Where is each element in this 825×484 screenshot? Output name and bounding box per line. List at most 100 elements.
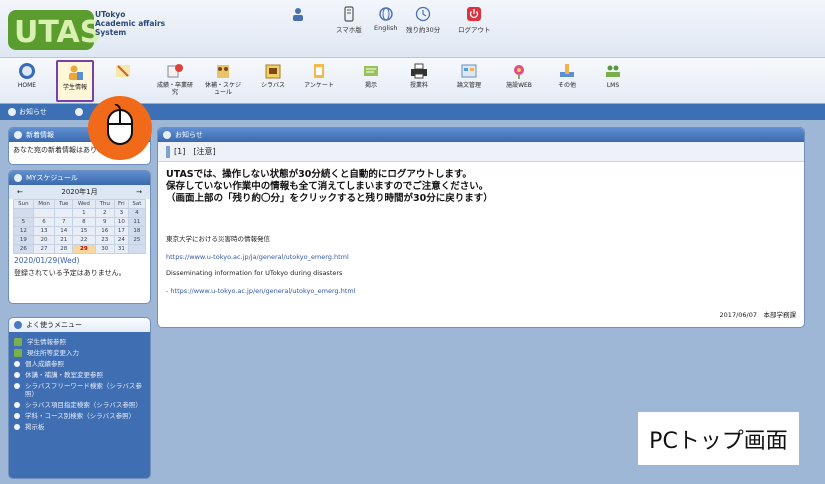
toolbar-bulletin[interactable]: 掲示 bbox=[352, 60, 390, 102]
calendar-prev-button[interactable]: ← bbox=[17, 188, 23, 196]
toolbar-schedule[interactable]: 休補・スケジュール bbox=[204, 60, 242, 102]
calendar-day[interactable]: 29 bbox=[72, 244, 96, 254]
survey-icon bbox=[314, 64, 324, 78]
home-icon bbox=[19, 63, 35, 79]
frequent-menu-item[interactable]: 学生情報参照 bbox=[14, 338, 145, 346]
calendar-day[interactable]: 27 bbox=[32, 244, 56, 254]
toolbar-home[interactable]: HOME bbox=[8, 60, 46, 102]
calendar-day[interactable]: 26 bbox=[13, 244, 34, 254]
calendar-day[interactable]: 7 bbox=[54, 217, 74, 227]
logo-subtitle: UTokyo Academic affairs System bbox=[95, 10, 166, 37]
toolbar-syllabus[interactable]: シラバス bbox=[254, 60, 292, 102]
notice-panel: お知らせ [1] [注意] UTASでは、操作しない状態が30分続くと自動的にロ… bbox=[157, 127, 805, 328]
tab-dot-icon bbox=[75, 108, 83, 116]
frequent-menu-item-label: 掲示板 bbox=[25, 423, 45, 431]
calendar-day[interactable]: 3 bbox=[113, 208, 129, 218]
calendar-day[interactable]: 23 bbox=[94, 235, 115, 245]
calendar-day[interactable]: 15 bbox=[72, 226, 96, 236]
other-icon bbox=[560, 64, 574, 77]
calendar-day[interactable]: 5 bbox=[13, 217, 34, 227]
toolbar-facility[interactable]: 施設WEB bbox=[500, 60, 538, 102]
disaster-info-heading-jp: 東京大学における災害時の情報発信 bbox=[166, 235, 270, 243]
toolbar-survey[interactable]: アンケート bbox=[300, 60, 338, 102]
frequent-menu-item[interactable]: 休講・補講・教室変更参照 bbox=[14, 371, 145, 379]
frequent-menu-item-label: 現住所等変更入力 bbox=[27, 349, 79, 357]
bullet-icon bbox=[14, 413, 20, 419]
calendar-day bbox=[32, 208, 56, 218]
calendar-day[interactable]: 10 bbox=[113, 217, 129, 227]
header-logout-link[interactable]: ログアウト bbox=[458, 6, 491, 34]
calendar-day[interactable]: 22 bbox=[72, 235, 96, 245]
calendar-day bbox=[13, 208, 34, 218]
header-english-link[interactable]: English bbox=[374, 6, 397, 32]
calendar-day[interactable]: 9 bbox=[94, 217, 115, 227]
calendar-week: 12 13 14 15 16 17 18 bbox=[13, 226, 147, 236]
calendar-day[interactable]: 16 bbox=[94, 226, 115, 236]
calendar-day[interactable]: 18 bbox=[127, 226, 147, 236]
calendar-day[interactable]: 11 bbox=[127, 217, 147, 227]
frequent-menu-item[interactable]: シラバスフリーワード検索（シラバス参照） bbox=[14, 382, 145, 398]
frequent-menu-item-label: 学科・コース別検索（シラバス参照） bbox=[25, 412, 136, 420]
calendar-day[interactable]: 17 bbox=[113, 226, 129, 236]
no-events-text: 登録されている予定はありません。 bbox=[9, 267, 150, 279]
bullet-icon bbox=[14, 402, 20, 408]
calendar-day[interactable]: 28 bbox=[54, 244, 74, 254]
header-user[interactable] bbox=[290, 6, 306, 24]
calendar-day[interactable]: 1 bbox=[72, 208, 96, 218]
calendar-weekday: Sat bbox=[127, 199, 147, 209]
frequent-menu-item-label: 個人成績参照 bbox=[25, 360, 64, 368]
disaster-info-link-en[interactable]: - https://www.u-tokyo.ac.jp/en/general/u… bbox=[166, 287, 796, 295]
notice-marker bbox=[166, 145, 170, 158]
frequent-menu-item[interactable]: 学科・コース別検索（シラバス参照） bbox=[14, 412, 145, 420]
calendar-weekday: Sun bbox=[13, 199, 34, 209]
news-icon bbox=[14, 131, 22, 139]
calendar-day[interactable]: 19 bbox=[13, 235, 34, 245]
tab-notices[interactable]: お知らせ bbox=[8, 106, 47, 118]
header-remaining-time[interactable]: 残り約30分 bbox=[406, 6, 440, 34]
disaster-info-link-jp[interactable]: https://www.u-tokyo.ac.jp/ja/general/uto… bbox=[166, 253, 796, 261]
calendar-day[interactable]: 14 bbox=[54, 226, 74, 236]
facility-icon bbox=[514, 65, 524, 79]
calendar-day[interactable]: 31 bbox=[113, 244, 129, 254]
toolbar-grades[interactable]: 成績・卒業研究 bbox=[156, 60, 194, 102]
calendar-day bbox=[127, 244, 147, 254]
calendar-day[interactable]: 25 bbox=[127, 235, 147, 245]
calendar-day bbox=[54, 208, 74, 218]
calendar-weekday: Fri bbox=[113, 199, 129, 209]
calendar-day[interactable]: 13 bbox=[32, 226, 56, 236]
frequent-menu-panel: よく使うメニュー 学生情報参照 現住所等変更入力 個人成績参照 休講・補講・教室変更参… bbox=[8, 317, 151, 479]
calendar-day[interactable]: 4 bbox=[127, 208, 147, 218]
person-icon bbox=[293, 8, 303, 21]
frequent-menu-item[interactable]: シラバス項目指定検索（シラバス参照） bbox=[14, 401, 145, 409]
frequent-menu-item[interactable]: 現住所等変更入力 bbox=[14, 349, 145, 357]
toolbar-student-info[interactable]: 学生情報 bbox=[56, 60, 94, 102]
frequent-menu-item-label: 休講・補講・教室変更参照 bbox=[25, 371, 103, 379]
calendar-day[interactable]: 2 bbox=[94, 208, 115, 218]
notice-category-bar: [1] [注意] bbox=[158, 142, 804, 162]
calendar-day[interactable]: 21 bbox=[54, 235, 74, 245]
frequent-menu-item[interactable]: 掲示板 bbox=[14, 423, 145, 431]
frequent-menu-item[interactable]: 個人成績参照 bbox=[14, 360, 145, 368]
calendar-next-button[interactable]: → bbox=[136, 188, 142, 196]
notice-icon bbox=[163, 131, 171, 139]
frequent-menu-item-label: 学生情報参照 bbox=[27, 338, 66, 346]
calendar-day[interactable]: 12 bbox=[13, 226, 34, 236]
selected-date[interactable]: 2020/01/29(Wed) bbox=[9, 254, 150, 267]
tab-secondary[interactable] bbox=[75, 106, 83, 118]
toolbar-lms[interactable]: LMS bbox=[594, 60, 632, 102]
calendar-day[interactable]: 6 bbox=[32, 217, 56, 227]
frequent-menu-item-label: シラバス項目指定検索（シラバス参照） bbox=[25, 401, 142, 409]
calendar-weekday: Tue bbox=[54, 199, 74, 209]
calendar-day[interactable]: 20 bbox=[32, 235, 56, 245]
toolbar-thesis[interactable]: 論文管理 bbox=[450, 60, 488, 102]
bulletin-icon bbox=[364, 66, 378, 76]
mouse-icon bbox=[107, 104, 133, 145]
calendar-day[interactable]: 30 bbox=[94, 244, 115, 254]
smartphone-icon bbox=[344, 6, 354, 22]
calendar-day[interactable]: 8 bbox=[72, 217, 96, 227]
toolbar-tuition[interactable]: 授業料 bbox=[400, 60, 438, 102]
logout-warning: UTASでは、操作しない状態が30分続くと自動的にログアウトします。 保存してい… bbox=[166, 169, 493, 204]
header-smartphone-link[interactable]: スマホ版 bbox=[336, 6, 362, 34]
toolbar-other[interactable]: その他 bbox=[548, 60, 586, 102]
calendar-day[interactable]: 24 bbox=[113, 235, 129, 245]
